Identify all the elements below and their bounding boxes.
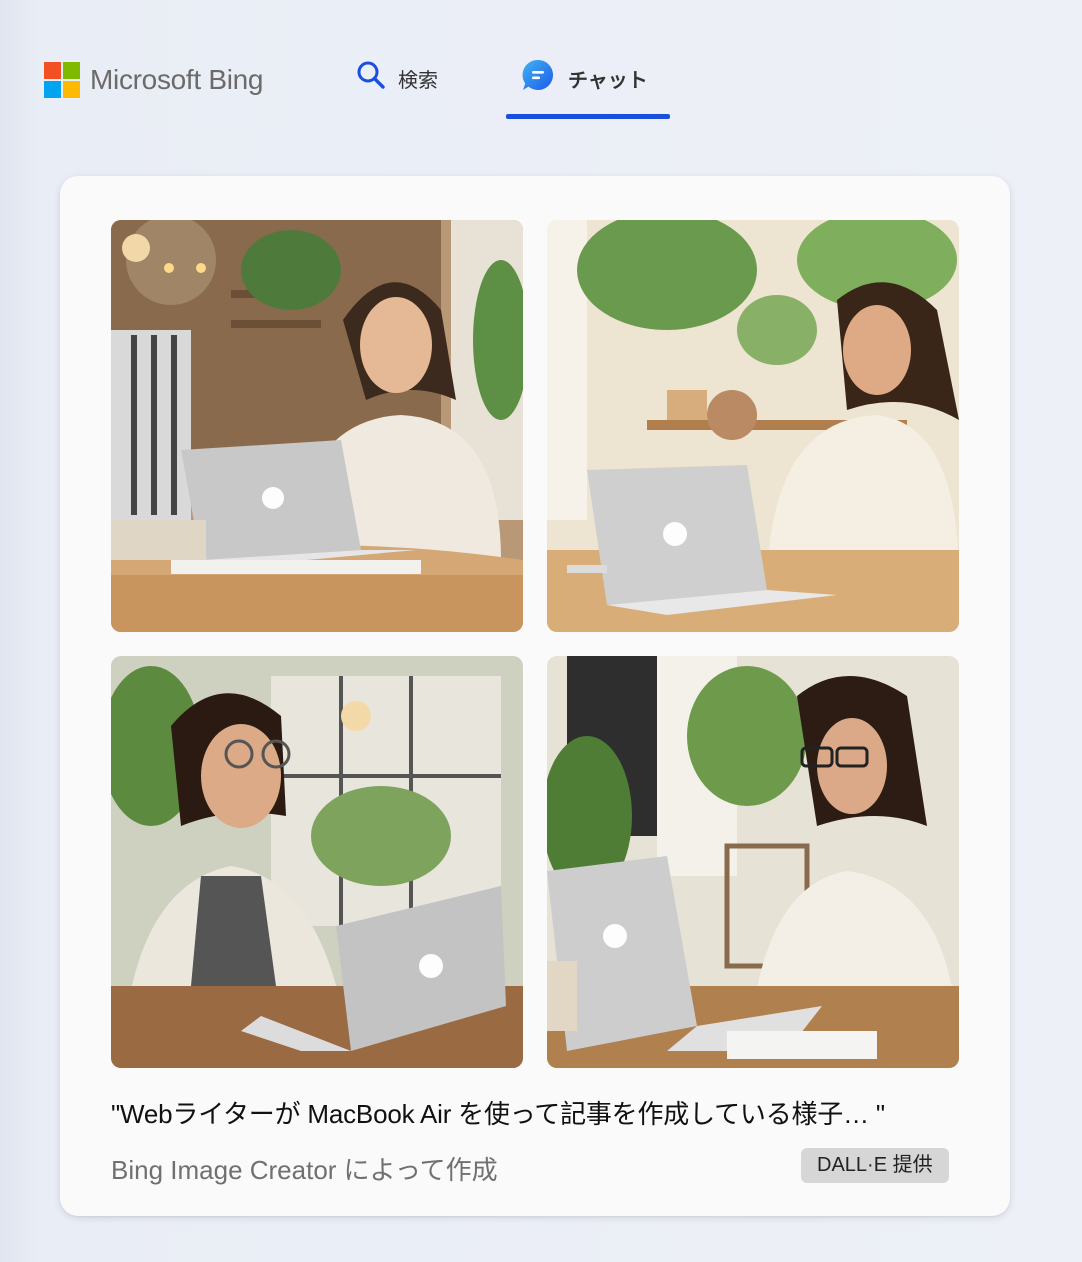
generated-image-3[interactable] (111, 656, 523, 1068)
generated-image-1[interactable] (111, 220, 523, 632)
image-result-card: "Webライターが MacBook Air を使って記事を作成している様子… "… (60, 176, 1010, 1216)
tab-chat-label: チャット (568, 69, 648, 92)
dalle-badge: DALL·E 提供 (801, 1148, 949, 1183)
microsoft-bing-logo[interactable]: Microsoft Bing (44, 62, 264, 98)
microsoft-logo-icon (44, 62, 80, 98)
generated-image-2[interactable] (547, 220, 959, 632)
brand-name: Microsoft Bing (90, 64, 264, 95)
active-tab-indicator (506, 114, 670, 119)
generated-image-4[interactable] (547, 656, 959, 1068)
tab-chat[interactable]: チャット (520, 58, 648, 98)
tab-search[interactable]: 検索 (356, 58, 438, 98)
creator-credit: Bing Image Creator によって作成 (111, 1155, 498, 1185)
chat-icon (520, 57, 556, 99)
tab-search-label: 検索 (398, 69, 438, 92)
header: Microsoft Bing 検索 チャット (0, 0, 1082, 150)
image-prompt-caption: "Webライターが MacBook Air を使って記事を作成している様子… " (111, 1099, 885, 1129)
search-icon (356, 60, 386, 96)
